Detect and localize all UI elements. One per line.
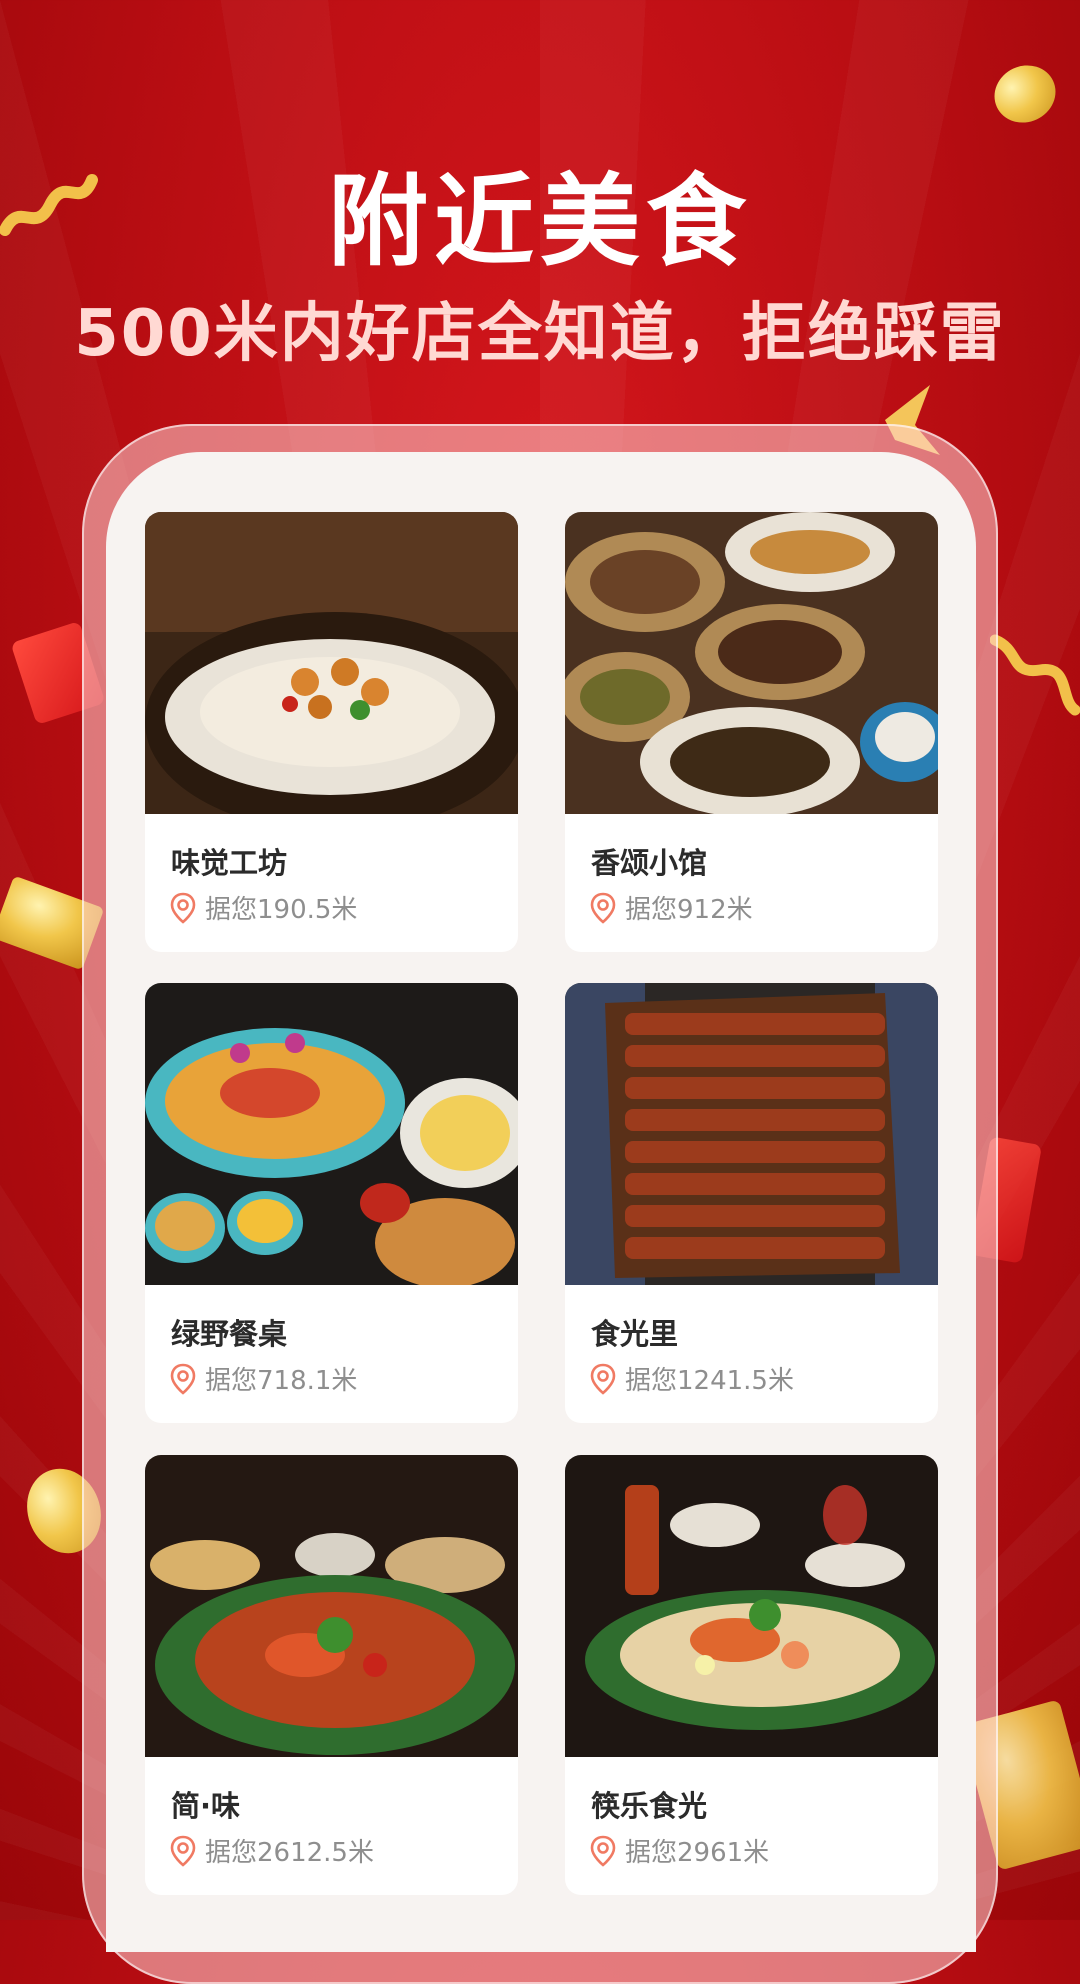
restaurant-name: 简·味 — [171, 1789, 241, 1823]
restaurant-name: 味觉工坊 — [171, 846, 288, 880]
restaurant-photo — [565, 983, 938, 1285]
restaurant-distance: 据您2961米 — [625, 1838, 770, 1868]
distance-row: 据您718.1米 — [169, 1360, 357, 1397]
restaurant-distance: 据您912米 — [625, 895, 753, 925]
page-title: 附近美食 — [328, 163, 752, 280]
restaurant-distance: 据您2612.5米 — [205, 1838, 374, 1868]
restaurant-distance: 据您1241.5米 — [625, 1366, 794, 1396]
location-pin-icon — [170, 1363, 196, 1395]
location-pin-icon — [170, 1835, 196, 1867]
restaurant-card[interactable]: 味觉工坊 据您190.5米 — [145, 512, 518, 952]
restaurant-card[interactable]: 香颂小馆 据您912米 — [565, 512, 938, 952]
restaurant-name: 绿野餐桌 — [171, 1317, 288, 1351]
distance-row: 据您2961米 — [589, 1832, 769, 1869]
distance-row: 据您912米 — [589, 889, 753, 926]
restaurant-card[interactable]: 筷乐食光 据您2961米 — [565, 1455, 938, 1895]
gold-coin-decoration — [985, 55, 1065, 133]
location-pin-icon — [590, 1835, 616, 1867]
location-pin-icon — [590, 1363, 616, 1395]
location-pin-icon — [590, 892, 616, 924]
page-subtitle: 500米内好店全知道，拒绝踩雷 — [74, 297, 1006, 371]
restaurant-name: 食光里 — [591, 1317, 679, 1351]
restaurant-card[interactable]: 简·味 据您2612.5米 — [145, 1455, 518, 1895]
distance-row: 据您1241.5米 — [589, 1360, 794, 1397]
restaurant-name: 香颂小馆 — [591, 846, 708, 880]
restaurant-card[interactable]: 食光里 据您1241.5米 — [565, 983, 938, 1423]
location-pin-icon — [170, 892, 196, 924]
distance-row: 据您2612.5米 — [169, 1832, 374, 1869]
restaurant-photo — [145, 983, 518, 1285]
restaurant-distance: 据您718.1米 — [205, 1366, 358, 1396]
restaurant-photo — [565, 512, 938, 814]
restaurant-card[interactable]: 绿野餐桌 据您718.1米 — [145, 983, 518, 1423]
restaurant-distance: 据您190.5米 — [205, 895, 358, 925]
restaurant-photo — [145, 1455, 518, 1757]
restaurant-name: 筷乐食光 — [591, 1789, 708, 1823]
distance-row: 据您190.5米 — [169, 889, 357, 926]
restaurant-photo — [565, 1455, 938, 1757]
gold-ribbon-decoration — [990, 634, 1080, 716]
restaurant-photo — [145, 512, 518, 814]
